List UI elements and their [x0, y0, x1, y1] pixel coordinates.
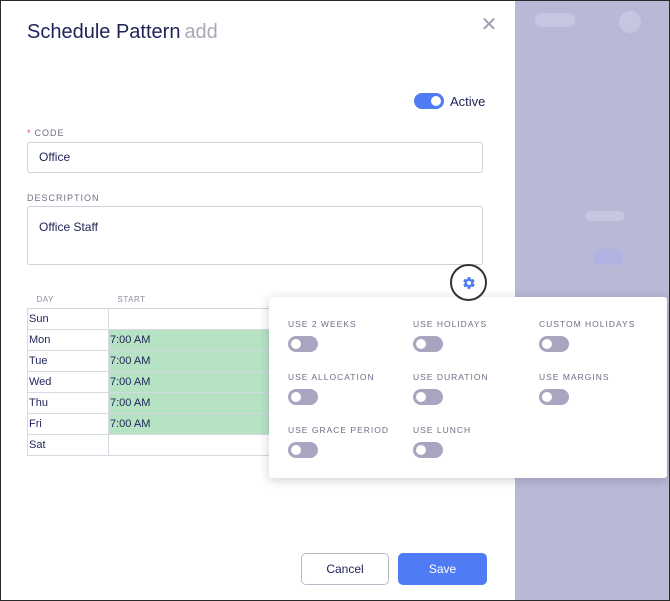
toggle-knob — [416, 445, 426, 455]
option-label: CUSTOM HOLIDAYS — [539, 319, 636, 329]
toggle-knob — [542, 339, 552, 349]
modal-title-text: Schedule Pattern — [27, 21, 181, 43]
table-row: Sat — [27, 434, 277, 456]
day-cell: Wed — [27, 371, 109, 393]
start-column-header: START — [108, 292, 277, 309]
toggle-knob — [431, 96, 441, 106]
day-cell: Mon — [27, 329, 109, 351]
use-duration-toggle[interactable] — [413, 389, 443, 405]
screen: Schedule Pattern add ✕ Active * CODE Offic… — [0, 0, 670, 601]
option-label: USE GRACE PERIOD — [288, 425, 390, 435]
day-cell: Fri — [27, 413, 109, 435]
use-lunch-toggle[interactable] — [413, 442, 443, 458]
use-2-weeks-toggle[interactable] — [288, 336, 318, 352]
use-grace-period-toggle[interactable] — [288, 442, 318, 458]
toggle-knob — [416, 392, 426, 402]
option-use-2-weeks: USE 2 WEEKS — [288, 319, 408, 352]
option-use-lunch: USE LUNCH — [413, 425, 533, 458]
start-cell[interactable] — [108, 434, 277, 456]
schedule-table: DAY START Sun Mon 7:00 AM Tue 7:00 AM We… — [27, 292, 277, 456]
table-row: Sun — [27, 308, 277, 330]
close-icon[interactable]: ✕ — [479, 15, 499, 35]
day-cell: Tue — [27, 350, 109, 372]
use-allocation-toggle[interactable] — [288, 389, 318, 405]
start-cell[interactable]: 7:00 AM — [108, 392, 277, 414]
option-use-holidays: USE HOLIDAYS — [413, 319, 533, 352]
option-label: USE MARGINS — [539, 372, 610, 382]
description-label: DESCRIPTION — [27, 193, 100, 203]
option-custom-holidays: CUSTOM HOLIDAYS — [539, 319, 659, 352]
option-label: USE DURATION — [413, 372, 489, 382]
custom-holidays-toggle[interactable] — [539, 336, 569, 352]
gear-icon — [462, 276, 475, 289]
start-cell[interactable]: 7:00 AM — [108, 329, 277, 351]
save-button[interactable]: Save — [398, 553, 487, 585]
settings-button[interactable] — [450, 264, 487, 301]
option-label: USE ALLOCATION — [288, 372, 375, 382]
table-row: Fri 7:00 AM — [27, 413, 277, 435]
option-use-duration: USE DURATION — [413, 372, 533, 405]
cancel-button[interactable]: Cancel — [301, 553, 389, 585]
schedule-header-row: DAY START — [27, 292, 277, 309]
code-input[interactable]: Office — [27, 142, 483, 173]
description-textarea[interactable]: Office Staff — [27, 206, 483, 265]
use-margins-toggle[interactable] — [539, 389, 569, 405]
toggle-knob — [291, 392, 301, 402]
option-use-margins: USE MARGINS — [539, 372, 659, 405]
option-use-allocation: USE ALLOCATION — [288, 372, 408, 405]
required-marker: * — [27, 128, 32, 138]
option-label: USE HOLIDAYS — [413, 319, 488, 329]
active-toggle[interactable] — [414, 93, 444, 109]
option-label: USE 2 WEEKS — [288, 319, 357, 329]
option-label: USE LUNCH — [413, 425, 472, 435]
toggle-knob — [542, 392, 552, 402]
active-label: Active — [450, 93, 486, 109]
toggle-knob — [291, 445, 301, 455]
start-cell[interactable]: 7:00 AM — [108, 413, 277, 435]
start-cell[interactable]: 7:00 AM — [108, 371, 277, 393]
day-column-header: DAY — [27, 292, 109, 309]
start-cell[interactable] — [108, 308, 277, 330]
table-row: Tue 7:00 AM — [27, 350, 277, 372]
day-cell: Sun — [27, 308, 109, 330]
day-cell: Thu — [27, 392, 109, 414]
modal-subtitle: add — [184, 21, 218, 43]
modal-title: Schedule Pattern add — [27, 21, 218, 44]
option-use-grace-period: USE GRACE PERIOD — [288, 425, 408, 458]
toggle-knob — [291, 339, 301, 349]
toggle-knob — [416, 339, 426, 349]
start-cell[interactable]: 7:00 AM — [108, 350, 277, 372]
use-holidays-toggle[interactable] — [413, 336, 443, 352]
table-row: Wed 7:00 AM — [27, 371, 277, 393]
code-label: * CODE — [27, 128, 65, 138]
options-popover: USE 2 WEEKS USE HOLIDAYS CUSTOM HOLIDAYS… — [269, 297, 667, 478]
table-row: Mon 7:00 AM — [27, 329, 277, 351]
day-cell: Sat — [27, 434, 109, 456]
active-toggle-group: Active — [414, 93, 485, 109]
table-row: Thu 7:00 AM — [27, 392, 277, 414]
code-label-text: CODE — [34, 128, 65, 138]
